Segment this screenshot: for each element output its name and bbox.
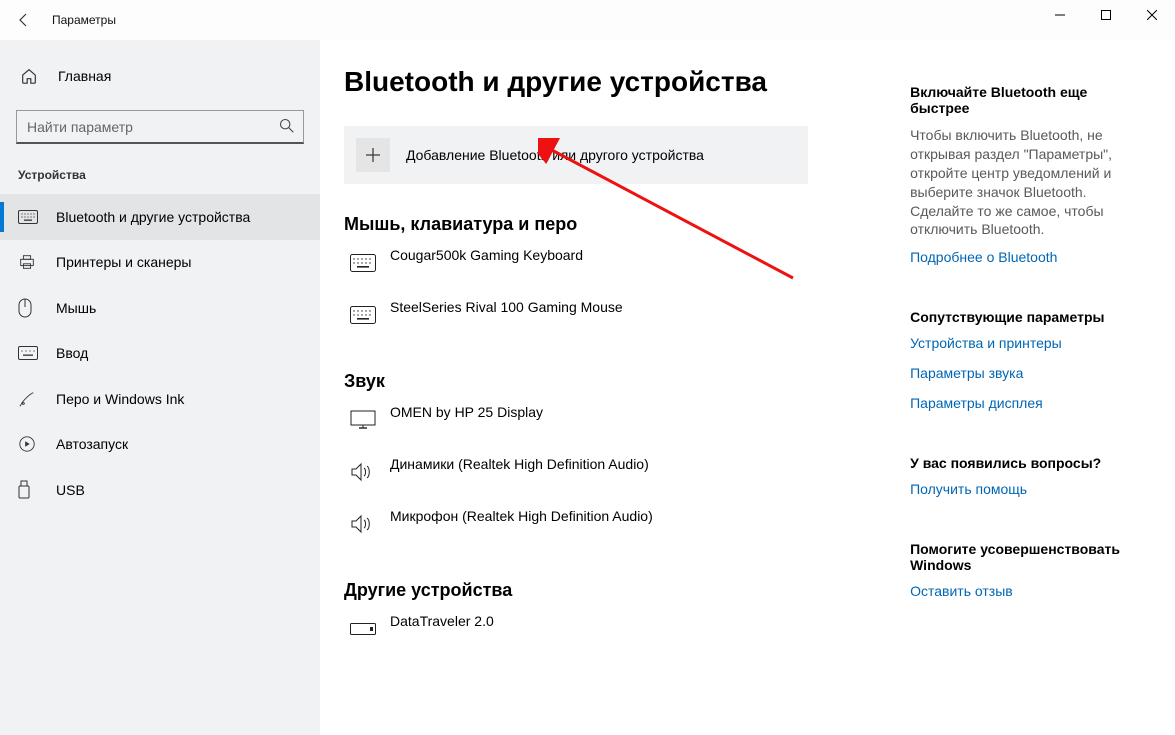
sidebar: Главная Устройства Bluetooth и другие ус… xyxy=(0,40,320,735)
link-bluetooth-more[interactable]: Подробнее о Bluetooth xyxy=(910,249,1145,265)
section-input-header: Мышь, клавиатура и перо xyxy=(344,214,892,235)
device-row[interactable]: DataTraveler 2.0 xyxy=(344,603,892,655)
sidebar-item-label: Мышь xyxy=(56,300,96,316)
device-label: Cougar500k Gaming Keyboard xyxy=(390,237,583,263)
add-device-button[interactable]: Добавление Bluetooth или другого устройс… xyxy=(344,126,808,184)
sidebar-home[interactable]: Главная xyxy=(0,56,320,96)
device-label: DataTraveler 2.0 xyxy=(390,603,494,629)
page-title: Bluetooth и другие устройства xyxy=(344,66,892,98)
sidebar-item-label: Ввод xyxy=(56,345,88,361)
speaker-icon xyxy=(344,462,390,482)
usb-icon xyxy=(18,480,38,500)
device-row[interactable]: OMEN by HP 25 Display xyxy=(344,394,892,446)
sidebar-item-usb[interactable]: USB xyxy=(0,467,320,513)
sidebar-item-autoplay[interactable]: Автозапуск xyxy=(0,422,320,468)
sidebar-search[interactable] xyxy=(16,110,304,144)
autoplay-icon xyxy=(18,435,38,453)
sidebar-item-pen[interactable]: Перо и Windows Ink xyxy=(0,376,320,422)
right-improve-header: Помогите усовершенствовать Windows xyxy=(910,541,1145,573)
window-title: Параметры xyxy=(52,13,116,27)
sidebar-item-mouse[interactable]: Мышь xyxy=(0,285,320,331)
device-row[interactable]: Динамики (Realtek High Definition Audio) xyxy=(344,446,892,498)
storage-icon xyxy=(344,623,390,635)
right-fast-header: Включайте Bluetooth еще быстрее xyxy=(910,84,1145,116)
sidebar-item-label: Bluetooth и другие устройства xyxy=(56,209,250,225)
close-button[interactable] xyxy=(1129,0,1175,30)
search-input[interactable] xyxy=(16,110,304,144)
maximize-button[interactable] xyxy=(1083,0,1129,30)
link-devices-printers[interactable]: Устройства и принтеры xyxy=(910,335,1145,351)
device-label: Динамики (Realtek High Definition Audio) xyxy=(390,446,649,472)
link-display-settings[interactable]: Параметры дисплея xyxy=(910,395,1145,411)
keyboard-icon xyxy=(18,210,38,224)
sidebar-item-label: Автозапуск xyxy=(56,436,128,452)
device-label: OMEN by HP 25 Display xyxy=(390,394,543,420)
section-sound-header: Звук xyxy=(344,371,892,392)
right-questions-header: У вас появились вопросы? xyxy=(910,455,1145,471)
sidebar-item-label: Принтеры и сканеры xyxy=(56,254,191,270)
add-device-label: Добавление Bluetooth или другого устройс… xyxy=(406,147,704,163)
search-icon xyxy=(278,117,296,138)
right-related-header: Сопутствующие параметры xyxy=(910,309,1145,325)
sidebar-section-header: Устройства xyxy=(0,158,320,194)
keyboard-icon xyxy=(344,306,390,324)
monitor-icon xyxy=(344,410,390,430)
sidebar-item-label: Перо и Windows Ink xyxy=(56,391,184,407)
device-row[interactable]: Cougar500k Gaming Keyboard xyxy=(344,237,892,289)
mouse-icon xyxy=(18,298,38,318)
right-fast-text: Чтобы включить Bluetooth, не открывая ра… xyxy=(910,126,1145,239)
link-sound-settings[interactable]: Параметры звука xyxy=(910,365,1145,381)
device-row[interactable]: Микрофон (Realtek High Definition Audio) xyxy=(344,498,892,550)
link-get-help[interactable]: Получить помощь xyxy=(910,481,1145,497)
device-row[interactable]: SteelSeries Rival 100 Gaming Mouse xyxy=(344,289,892,341)
sidebar-item-printers[interactable]: Принтеры и сканеры xyxy=(0,240,320,286)
sidebar-item-bluetooth[interactable]: Bluetooth и другие устройства xyxy=(0,194,320,240)
keyboard-icon xyxy=(344,254,390,272)
home-icon xyxy=(20,67,40,85)
device-label: Микрофон (Realtek High Definition Audio) xyxy=(390,498,653,524)
minimize-button[interactable] xyxy=(1037,0,1083,30)
speaker-icon xyxy=(344,514,390,534)
device-label: SteelSeries Rival 100 Gaming Mouse xyxy=(390,289,623,315)
pen-icon xyxy=(18,390,38,408)
printer-icon xyxy=(18,253,38,271)
sidebar-home-label: Главная xyxy=(58,68,111,84)
sidebar-item-label: USB xyxy=(56,482,85,498)
link-feedback[interactable]: Оставить отзыв xyxy=(910,583,1145,599)
back-button[interactable] xyxy=(10,6,38,34)
keyboard-icon xyxy=(18,346,38,360)
plus-icon xyxy=(356,138,390,172)
sidebar-item-typing[interactable]: Ввод xyxy=(0,331,320,377)
section-other-header: Другие устройства xyxy=(344,580,892,601)
